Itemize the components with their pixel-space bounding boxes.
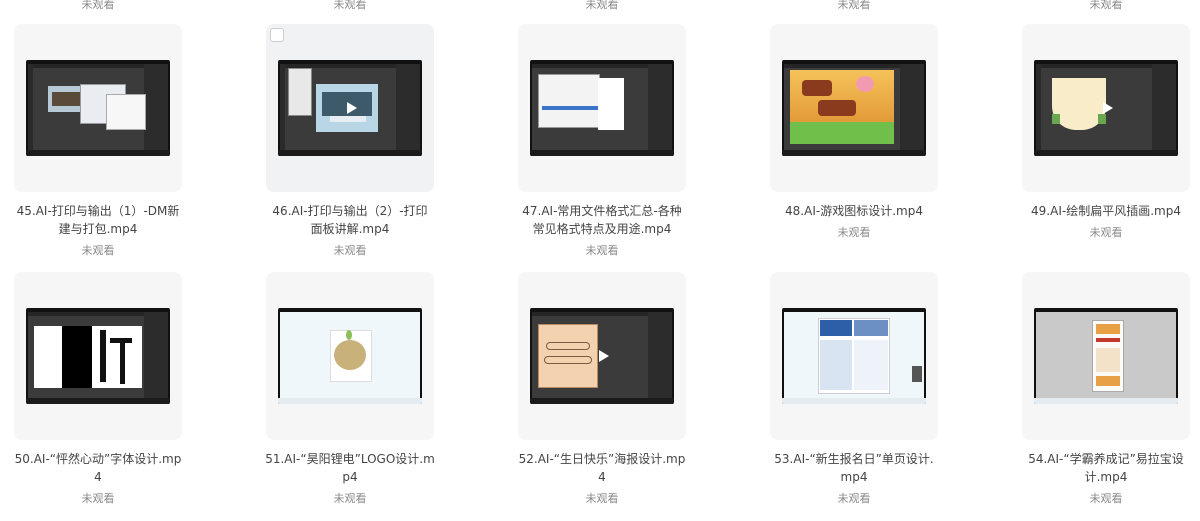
status-label: 未观看: [585, 0, 619, 11]
video-title[interactable]: 52.AI-“生日快乐”海报设计.mp 4: [512, 450, 692, 486]
watch-status: 未观看: [81, 244, 115, 257]
ai-birthday-poster-thumbnail: [530, 308, 674, 404]
video-tile-47[interactable]: [518, 24, 686, 192]
watch-status: 未观看: [585, 492, 619, 505]
ai-print-panel-thumbnail: [278, 60, 422, 156]
video-title[interactable]: 46.AI-打印与输出（2）-打印 面板讲解.mp4: [260, 202, 440, 238]
video-title[interactable]: 51.AI-“昊阳锂电”LOGO设计.m p4: [260, 450, 440, 486]
ai-game-icon-thumbnail: [782, 60, 926, 156]
watch-status: 未观看: [837, 492, 871, 505]
ai-font-design-thumbnail: [26, 308, 170, 404]
watch-status: 未观看: [333, 492, 367, 505]
video-tile-52[interactable]: [518, 272, 686, 440]
ai-logo-design-thumbnail: [278, 308, 422, 404]
video-tile-54[interactable]: [1022, 272, 1190, 440]
ai-flat-illustration-thumbnail: [1034, 60, 1178, 156]
play-icon: [347, 102, 357, 114]
video-title[interactable]: 45.AI-打印与输出（1）-DM新 建与打包.mp4: [8, 202, 188, 238]
ai-print-dm-thumbnail: [26, 60, 170, 156]
status-label: 未观看: [333, 0, 367, 11]
video-title[interactable]: 53.AI-“新生报名日”单页设计. mp4: [764, 450, 944, 486]
play-icon: [1103, 102, 1113, 114]
video-tile-49[interactable]: [1022, 24, 1190, 192]
status-label: 未观看: [81, 0, 115, 11]
ai-rollup-banner-thumbnail: [1034, 308, 1178, 404]
video-title[interactable]: 54.AI-“学霸养成记”易拉宝设 计.mp4: [1016, 450, 1196, 486]
watch-status: 未观看: [585, 244, 619, 257]
watch-status: 未观看: [837, 226, 871, 239]
select-checkbox[interactable]: [270, 28, 284, 42]
ai-flyer-design-thumbnail: [782, 308, 926, 404]
watch-status: 未观看: [1089, 492, 1123, 505]
watch-status: 未观看: [333, 244, 367, 257]
video-tile-45[interactable]: [14, 24, 182, 192]
video-tile-46[interactable]: [266, 24, 434, 192]
play-icon: [599, 350, 609, 362]
video-title[interactable]: 47.AI-常用文件格式汇总-各种 常见格式特点及用途.mp4: [512, 202, 692, 238]
video-tile-48[interactable]: [770, 24, 938, 192]
video-tile-53[interactable]: [770, 272, 938, 440]
status-label: 未观看: [1089, 0, 1123, 11]
video-tile-50[interactable]: [14, 272, 182, 440]
video-tile-51[interactable]: [266, 272, 434, 440]
video-title[interactable]: 48.AI-游戏图标设计.mp4: [764, 202, 944, 220]
ai-file-format-thumbnail: [530, 60, 674, 156]
video-title[interactable]: 50.AI-“怦然心动”字体设计.mp 4: [8, 450, 188, 486]
status-label: 未观看: [837, 0, 871, 11]
watch-status: 未观看: [1089, 226, 1123, 239]
video-title[interactable]: 49.AI-绘制扁平风插画.mp4: [1016, 202, 1196, 220]
watch-status: 未观看: [81, 492, 115, 505]
